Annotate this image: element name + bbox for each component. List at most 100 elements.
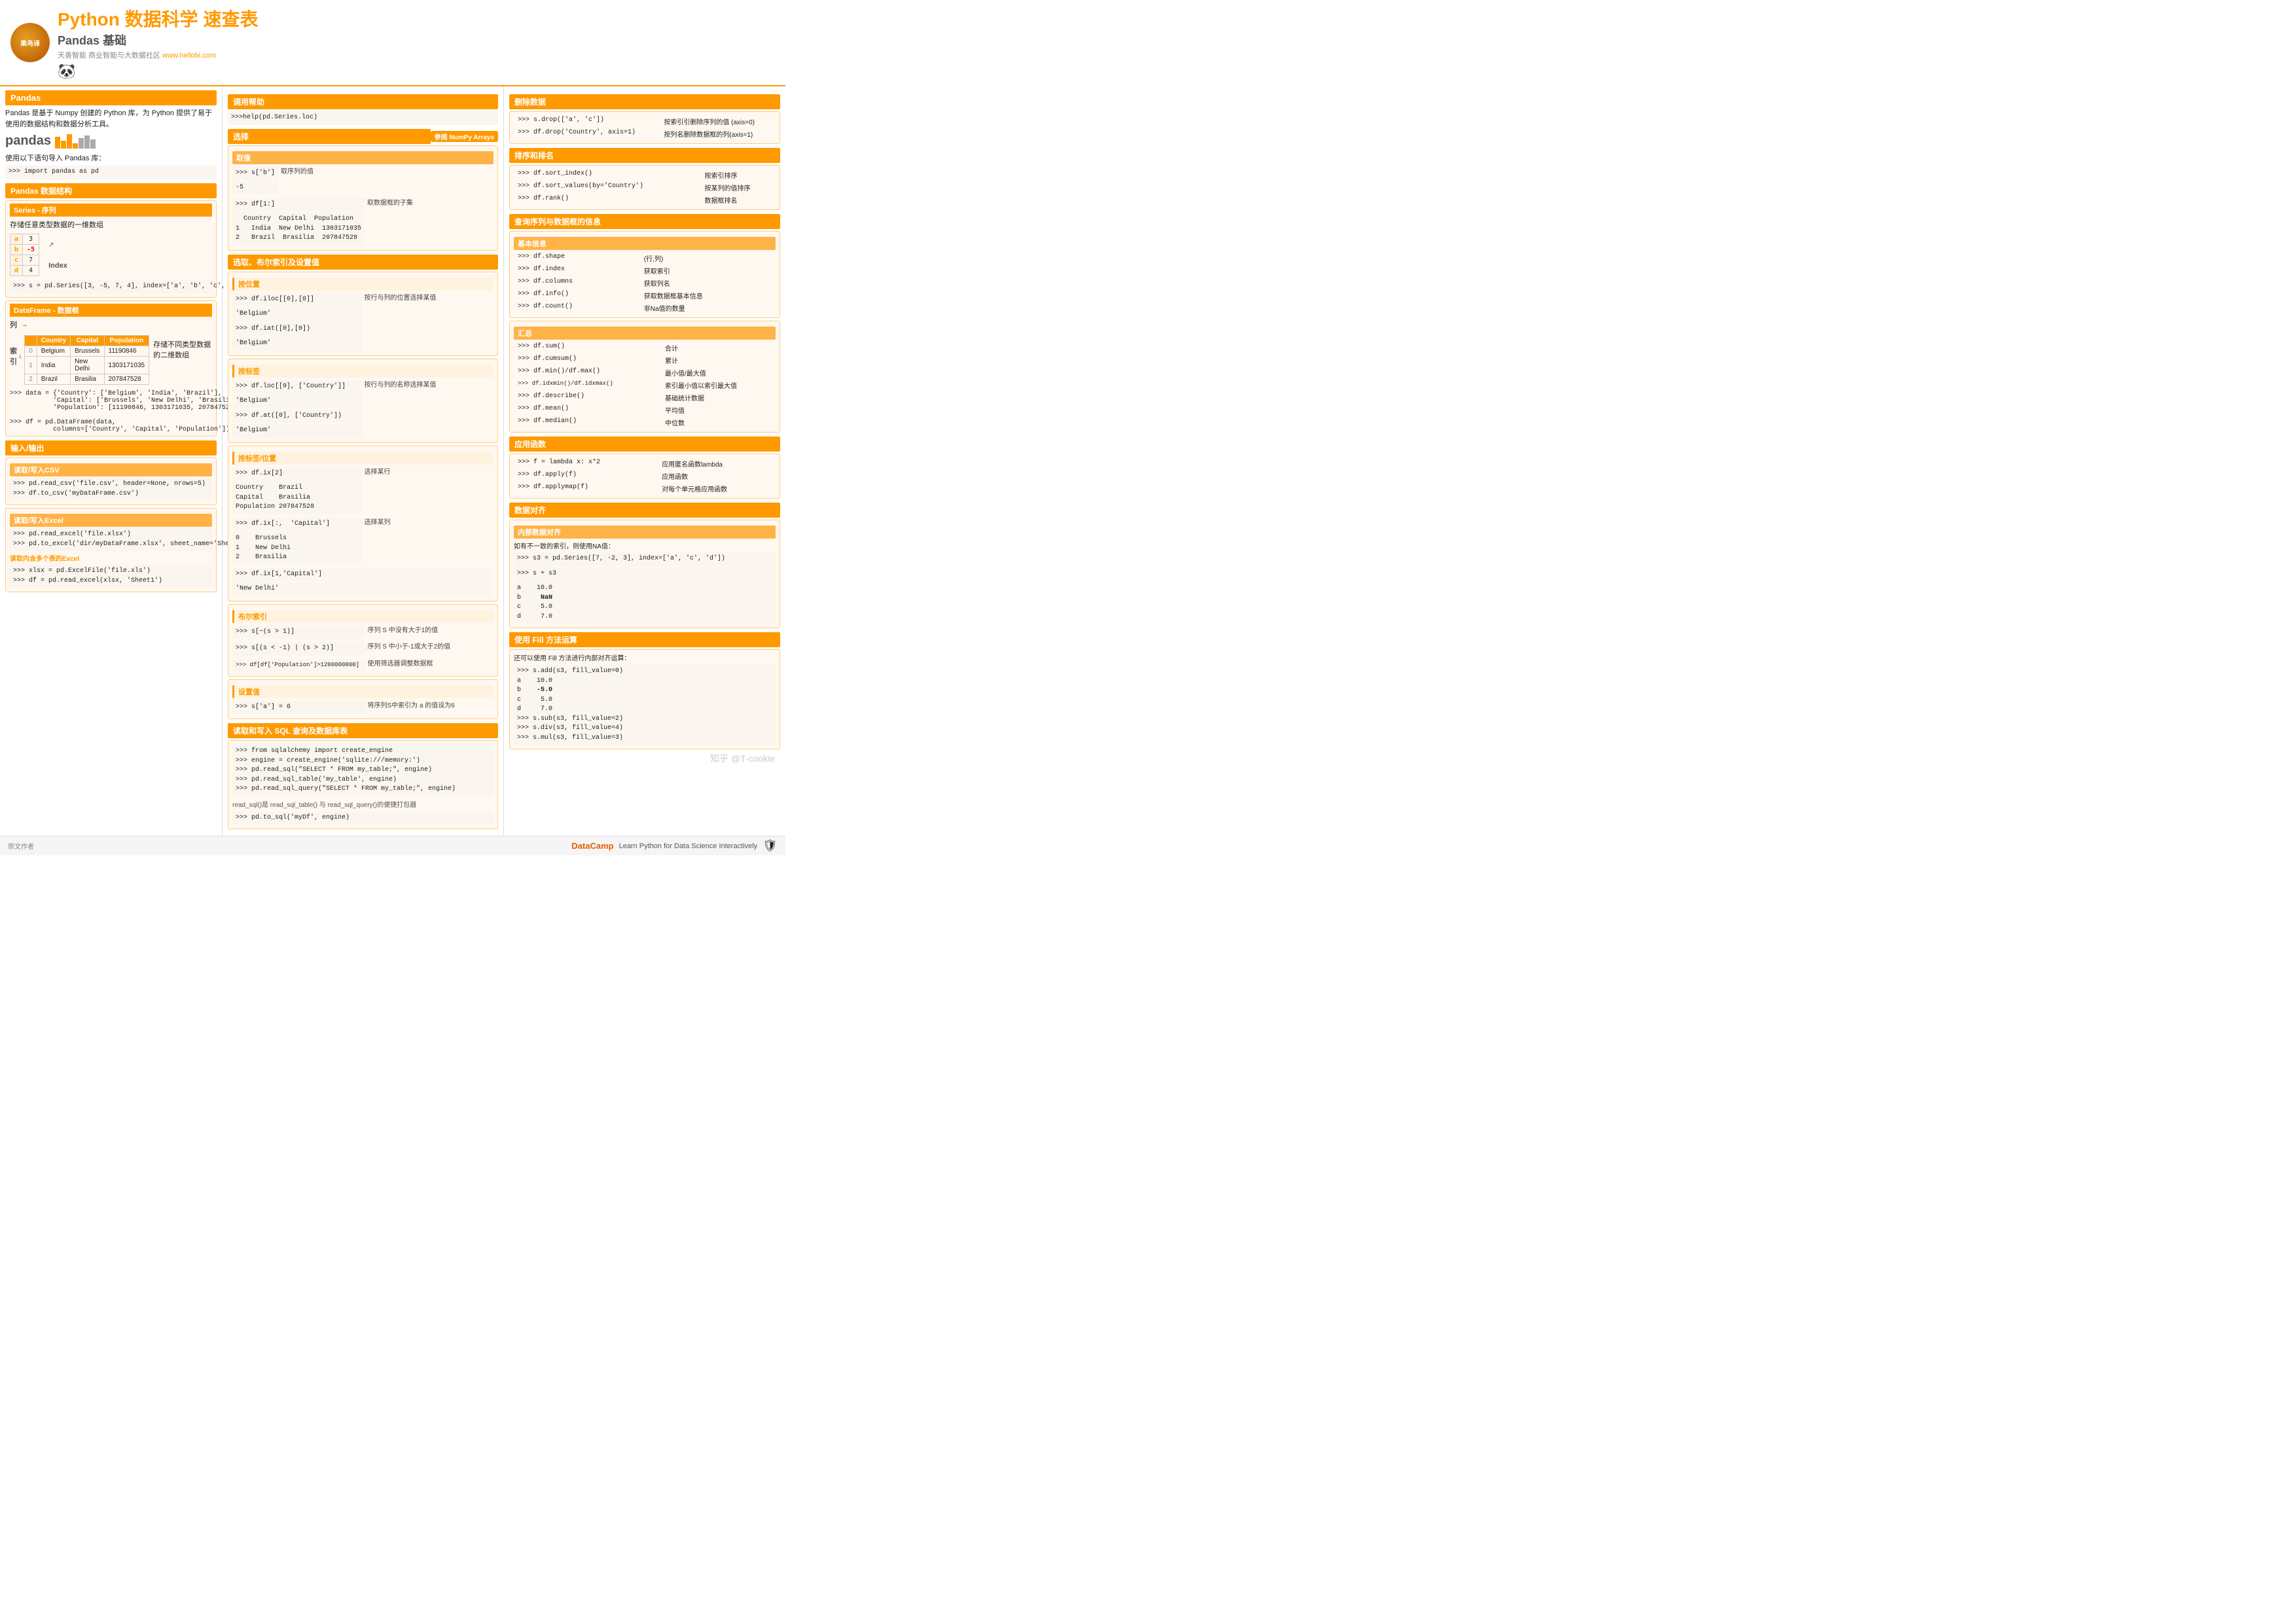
th-capital: Capital: [71, 336, 104, 346]
bar4: [73, 143, 78, 149]
series-code: >>> s = pd.Series([3, -5, 7, 4], index=[…: [10, 280, 212, 294]
header-titles: Python 数据科学 速查表 Pandas 基础 天善智能 商业智能与大数据社…: [58, 5, 258, 80]
bool-row-2: >>> s[(s < -1) | (s > 2)] 序列 S 中小于-1或大于2…: [232, 641, 493, 657]
labelpos-box: 按标签/位置 >>> df.ix[2] Country Brazil Capit…: [228, 446, 498, 601]
country-0: Belgium: [37, 346, 70, 357]
table-row: >>> df.mean() 平均值: [515, 404, 774, 416]
apply-section-header: 应用函数: [509, 437, 780, 452]
left-column: Pandas Pandas 是基于 Numpy 创建的 Python 库，为 P…: [0, 86, 223, 836]
table-row: >>> df.rank() 数据框排名: [515, 194, 774, 205]
set-header: 设置值: [232, 685, 493, 698]
sum-desc-5: 平均值: [662, 404, 774, 416]
io-section-header: 输入/输出: [5, 440, 217, 455]
table-row: a 3: [10, 234, 39, 244]
bool-code-1: >>> s[~(s > 1)]: [232, 626, 365, 639]
align-note: 如有不一致的索引，则使用NA值：: [514, 541, 776, 550]
series-val-c: 7: [23, 255, 39, 265]
table-row: >>> df.columns 获取列名: [515, 277, 774, 289]
csv-code: >>> pd.read_csv('file.csv', header=None,…: [10, 478, 212, 501]
table-row: >>> df.apply(f) 应用函数: [515, 471, 774, 482]
series-viz: a 3 b -5 c 7 d: [10, 234, 212, 276]
sort-section-header: 排序和排名: [509, 148, 780, 163]
right-column: 删除数据 >>> s.drop(['a', 'c']) 按索引引删除序列的值 (…: [504, 86, 785, 836]
labelpos-desc-2: 选择某列: [365, 516, 494, 526]
get-row-2: >>> df[1:] Country Capital Population 1 …: [232, 197, 493, 247]
pos-code-2: >>> df.iat([0],[0]): [232, 323, 362, 336]
sum-code-0: >>> df.sum(): [518, 343, 565, 350]
dataframe-box: DataFrame - 数据框 列 → 索引 ↓ Country Capital: [5, 300, 217, 437]
table-row: >>> df.index 获取索引: [515, 265, 774, 276]
excel-multi-code: >>> xlsx = pd.ExcelFile('file.xls') >>> …: [10, 565, 212, 588]
sql-code-block: >>> from sqlalchemy import create_engine…: [232, 745, 493, 796]
df-table-wrap: 索引 ↓ Country Capital Population 0 Belgiu…: [10, 332, 212, 387]
bool-box: 布尔索引 >>> s[~(s > 1)] 序列 S 中没有大于1的值 >>> s…: [228, 604, 498, 677]
bar5: [79, 138, 84, 149]
bar2: [61, 141, 66, 149]
get-val-1: -5: [232, 181, 278, 195]
get-desc-2: 取数据框的子集: [367, 197, 493, 207]
bar1: [55, 137, 60, 149]
delete-desc-1: 按索引引删除序列的值 (axis=0): [661, 116, 774, 127]
capital-2: Brasilia: [71, 374, 104, 385]
series-index-d: d: [10, 265, 23, 276]
basic-desc-3: 获取数据框基本信息: [641, 290, 774, 301]
table-row: >>> df.sum() 合计: [515, 342, 774, 353]
pandas-description: Pandas 是基于 Numpy 创建的 Python 库，为 Python 提…: [5, 108, 217, 130]
labelpos-row-3: >>> df.ix[1,'Capital'] 'New Delhi': [232, 567, 493, 597]
basic-code-3: >>> df.info(): [518, 291, 569, 298]
info-section-header: 查询序列与数据框的信息: [509, 214, 780, 229]
excel-box: 读取/写入Excel >>> pd.read_excel('file.xlsx'…: [5, 508, 217, 592]
basic-info-table: >>> df.shape (行,列) >>> df.index 获取索引 >>>…: [514, 251, 776, 315]
bool-code-3: >>> df[df['Population']>1200000000]: [232, 659, 365, 671]
table-row: >>> df.idxmin()/df.idxmax() 索引最小值以索引最大值: [515, 380, 774, 391]
sort-desc-1: 按索引排序: [702, 169, 774, 181]
sum-desc-4: 基础统计数据: [662, 392, 774, 403]
set-desc-1: 将序列S中索引为 a 的值设为6: [368, 700, 494, 709]
numpy-badge: 参阅 NumPy Arrays: [431, 131, 498, 142]
get-desc-1: 取序列的值: [281, 166, 493, 175]
bar7: [90, 139, 96, 149]
set-box: 设置值 >>> s['a'] = 6 将序列S中索引为 a 的值设为6: [228, 679, 498, 720]
labelpos-code-2: >>> df.ix[:, 'Capital']: [232, 518, 362, 531]
tagline-link[interactable]: www.hellobi.com: [162, 52, 216, 60]
label-header: 按标签: [232, 365, 493, 378]
pandas-logo: pandas: [5, 134, 217, 149]
table-row: 1 India New Delhi 1303171035: [25, 357, 149, 374]
labelpos-table-1: Country Brazil Capital Brasilia Populati…: [232, 482, 362, 514]
labelpos-table-2: 0 Brussels 1 New Delhi 2 Brasilia: [232, 532, 362, 565]
pop-0: 11190846: [104, 346, 149, 357]
labelpos-code-3: >>> df.ix[1,'Capital']: [232, 568, 491, 582]
pos-header: 按位置: [232, 277, 493, 291]
sql-export-code: >>> pd.to_sql('myDf', engine): [232, 812, 493, 825]
fill-note: 还可以使用 Fill 方法进行内部对齐运算：: [514, 652, 776, 662]
series-table: a 3 b -5 c 7 d: [10, 234, 39, 276]
summary-header: 汇总: [514, 327, 776, 340]
idx-0: 0: [25, 346, 37, 357]
pos-val-2: 'Belgium': [232, 337, 362, 351]
sum-code-5: >>> df.mean(): [518, 405, 569, 412]
sub-title: Pandas 基础: [58, 31, 126, 48]
footer-brand: DataCamp: [571, 841, 613, 851]
table-row: >>> f = lambda x: x*2 应用匿名函数lambda: [515, 458, 774, 469]
csv-box: 读取/写入CSV >>> pd.read_csv('file.csv', hea…: [5, 457, 217, 505]
table-row: >>> df.drop('Country', axis=1) 按列名删除数据框的…: [515, 128, 774, 139]
logo-text: 果鸟译: [20, 38, 40, 48]
labelpos-val-3: 'New Delhi': [232, 582, 491, 596]
datacamp-icon: 🛡: [762, 839, 778, 853]
idx-1: 1: [25, 357, 37, 374]
excel-header: 读取/写入Excel: [10, 514, 212, 527]
sort-code-2: >>> df.sort_values(by='Country'): [518, 183, 643, 190]
bool-section-header: 选取、布尔索引及设置值: [228, 255, 498, 270]
table-row: 2 Brazil Brasilia 207847528: [25, 374, 149, 385]
select-row: 选择 参阅 NumPy Arrays: [228, 129, 498, 144]
bool-desc-3: 使用筛选器调整数据框: [368, 658, 494, 668]
align-box: 内部数据对齐 如有不一致的索引，则使用NA值： >>> s3 = pd.Seri…: [509, 520, 780, 628]
sql-note: read_sql()是 read_sql_table() 与 read_sql_…: [232, 799, 493, 809]
pandas-logo-text: pandas: [5, 134, 51, 149]
table-row: >>> df.median() 中位数: [515, 417, 774, 428]
fill-code-block: >>> s.add(s3, fill_value=0) a 10.0 b -5.…: [514, 665, 776, 745]
sort-code-3: >>> df.rank(): [518, 195, 569, 202]
bar3: [67, 134, 72, 149]
dataframe-table: Country Capital Population 0 Belgium Bru…: [24, 335, 149, 385]
apply-code-1: >>> df.apply(f): [518, 471, 577, 478]
